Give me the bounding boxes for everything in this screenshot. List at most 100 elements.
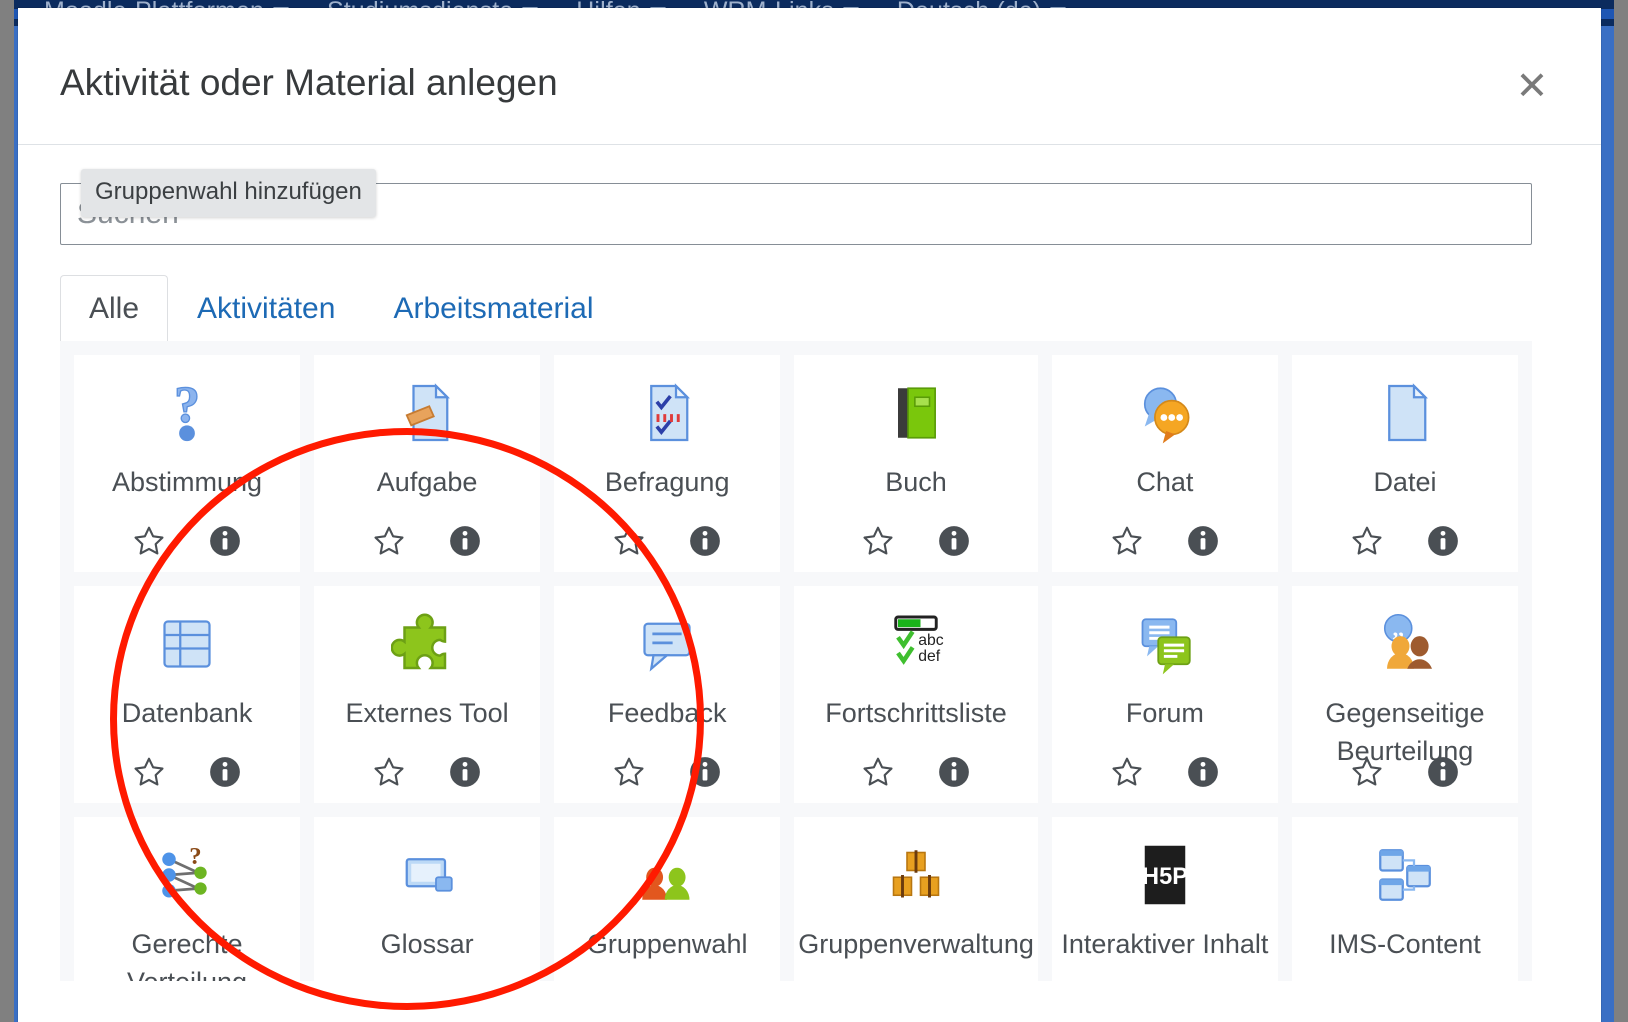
database-icon: [151, 596, 223, 692]
activity-card-label: Chat: [1136, 467, 1194, 497]
activity-card[interactable]: ? Gerechte Verteilung: [74, 817, 301, 981]
info-icon[interactable]: [1186, 755, 1220, 789]
activity-card-label: Befragung: [604, 467, 730, 497]
activity-card-actions: [794, 524, 1038, 558]
favourite-star-icon[interactable]: [1110, 524, 1144, 558]
activity-card-label: Fortschrittsliste: [825, 698, 1007, 728]
activity-card[interactable]: Datei: [1291, 355, 1518, 572]
activity-card-actions: [1052, 755, 1278, 789]
activity-card[interactable]: Gruppenwahl: [554, 817, 781, 981]
tab-arbeitsmaterial[interactable]: Arbeitsmaterial: [364, 275, 622, 342]
activity-card-label: Aufgabe: [376, 467, 478, 497]
activity-card-label: Buch: [885, 467, 947, 497]
activity-card-actions: [554, 755, 780, 789]
close-icon[interactable]: ✕: [1511, 66, 1553, 108]
activity-card[interactable]: ,, Gegenseitige Beurteilung: [1291, 586, 1518, 803]
activity-grid: ? Abstimmung Aufgabe Befragung Buch Chat Datei…: [60, 355, 1532, 981]
peer-review-icon: ,,: [1369, 596, 1441, 692]
activity-card[interactable]: Glossar: [314, 817, 541, 981]
favourite-star-icon[interactable]: [1110, 755, 1144, 789]
file-icon: [1369, 365, 1441, 461]
activity-card[interactable]: Befragung: [554, 355, 781, 572]
activity-card[interactable]: Aufgabe: [314, 355, 541, 572]
activity-card-actions: [314, 524, 540, 558]
activity-card-label: Abstimmung: [112, 467, 263, 497]
info-icon[interactable]: [1426, 755, 1460, 789]
activity-card-actions: [794, 755, 1038, 789]
info-icon[interactable]: [688, 755, 722, 789]
chat-bubbles-icon: [1129, 365, 1201, 461]
activity-card-actions: [314, 755, 540, 789]
activity-card-actions: [74, 755, 300, 789]
activity-card-actions: [1292, 524, 1518, 558]
activity-card-label: Datei: [1373, 467, 1437, 497]
modal-header: Aktivität oder Material anlegen ✕: [18, 8, 1601, 145]
info-icon[interactable]: [937, 524, 971, 558]
activity-card[interactable]: Forum: [1051, 586, 1278, 803]
activity-card[interactable]: Feedback: [554, 586, 781, 803]
info-icon[interactable]: [448, 524, 482, 558]
assignment-icon: [391, 365, 463, 461]
activity-card-actions: [74, 524, 300, 558]
checklist-progress-icon: abc def: [880, 596, 952, 692]
activity-card-label: Gruppenwahl: [586, 929, 748, 959]
activity-card-label: Datenbank: [121, 698, 253, 728]
favourite-star-icon[interactable]: [861, 755, 895, 789]
activity-card[interactable]: IMS-Content: [1291, 817, 1518, 981]
info-icon[interactable]: [448, 755, 482, 789]
favourite-star-icon[interactable]: [372, 755, 406, 789]
activity-card-label: Gerechte Verteilung: [127, 929, 247, 981]
activity-card-label: Interaktiver Inhalt: [1061, 929, 1269, 959]
favourite-star-icon[interactable]: [1350, 755, 1384, 789]
favourite-star-icon[interactable]: [612, 524, 646, 558]
forum-icon: [1129, 596, 1201, 692]
svg-text:def: def: [918, 648, 941, 665]
info-icon[interactable]: [688, 524, 722, 558]
activity-card[interactable]: Datenbank: [74, 586, 301, 803]
activity-card-actions: [1052, 524, 1278, 558]
activity-card[interactable]: Chat: [1051, 355, 1278, 572]
activity-card-label: Externes Tool: [345, 698, 509, 728]
chooser-tabs: Alle Aktivitäten Arbeitsmaterial: [60, 275, 1532, 342]
activity-card-label: Gruppenverwaltung: [798, 929, 1034, 959]
favourite-star-icon[interactable]: [132, 524, 166, 558]
svg-text:abc: abc: [918, 632, 944, 649]
book-icon: [880, 365, 952, 461]
favourite-star-icon[interactable]: [612, 755, 646, 789]
puzzle-piece-icon: [391, 596, 463, 692]
glossary-icon: [391, 827, 463, 923]
activity-card[interactable]: ? Abstimmung: [74, 355, 301, 572]
activity-grid-scroll-area[interactable]: ? Abstimmung Aufgabe Befragung Buch Chat Datei…: [60, 341, 1532, 981]
activity-card-actions: [1292, 755, 1518, 789]
activity-card-label: IMS-Content: [1329, 929, 1481, 959]
svg-text:?: ?: [189, 843, 201, 870]
activity-card-label: Glossar: [380, 929, 474, 959]
activity-card[interactable]: H5P Interaktiver Inhalt: [1051, 817, 1278, 981]
activity-card-actions: [554, 524, 780, 558]
activity-card[interactable]: Buch: [794, 355, 1038, 572]
activity-card[interactable]: Gruppenverwaltung: [794, 817, 1038, 981]
ims-content-icon: [1369, 827, 1441, 923]
info-icon[interactable]: [208, 755, 242, 789]
survey-icon: [631, 365, 703, 461]
activity-chooser-modal: Aktivität oder Material anlegen ✕ Gruppe…: [18, 8, 1601, 1022]
svg-text:H5P: H5P: [1142, 864, 1188, 890]
tooltip-gruppenwahl-hinzufuegen: Gruppenwahl hinzufügen: [81, 169, 376, 217]
tab-aktivitaeten[interactable]: Aktivitäten: [168, 275, 364, 342]
feedback-icon: [631, 596, 703, 692]
favourite-star-icon[interactable]: [372, 524, 406, 558]
info-icon[interactable]: [937, 755, 971, 789]
info-icon[interactable]: [1186, 524, 1220, 558]
activity-card[interactable]: Externes Tool: [314, 586, 541, 803]
favourite-star-icon[interactable]: [132, 755, 166, 789]
favourite-star-icon[interactable]: [861, 524, 895, 558]
info-icon[interactable]: [208, 524, 242, 558]
favourite-star-icon[interactable]: [1350, 524, 1384, 558]
activity-card-label: Feedback: [607, 698, 727, 728]
fair-allocation-icon: ?: [151, 827, 223, 923]
activity-card[interactable]: abc def Fortschrittsliste: [794, 586, 1038, 803]
group-management-icon: [880, 827, 952, 923]
tab-alle[interactable]: Alle: [60, 275, 169, 342]
question-mark-icon: ?: [151, 365, 223, 461]
info-icon[interactable]: [1426, 524, 1460, 558]
